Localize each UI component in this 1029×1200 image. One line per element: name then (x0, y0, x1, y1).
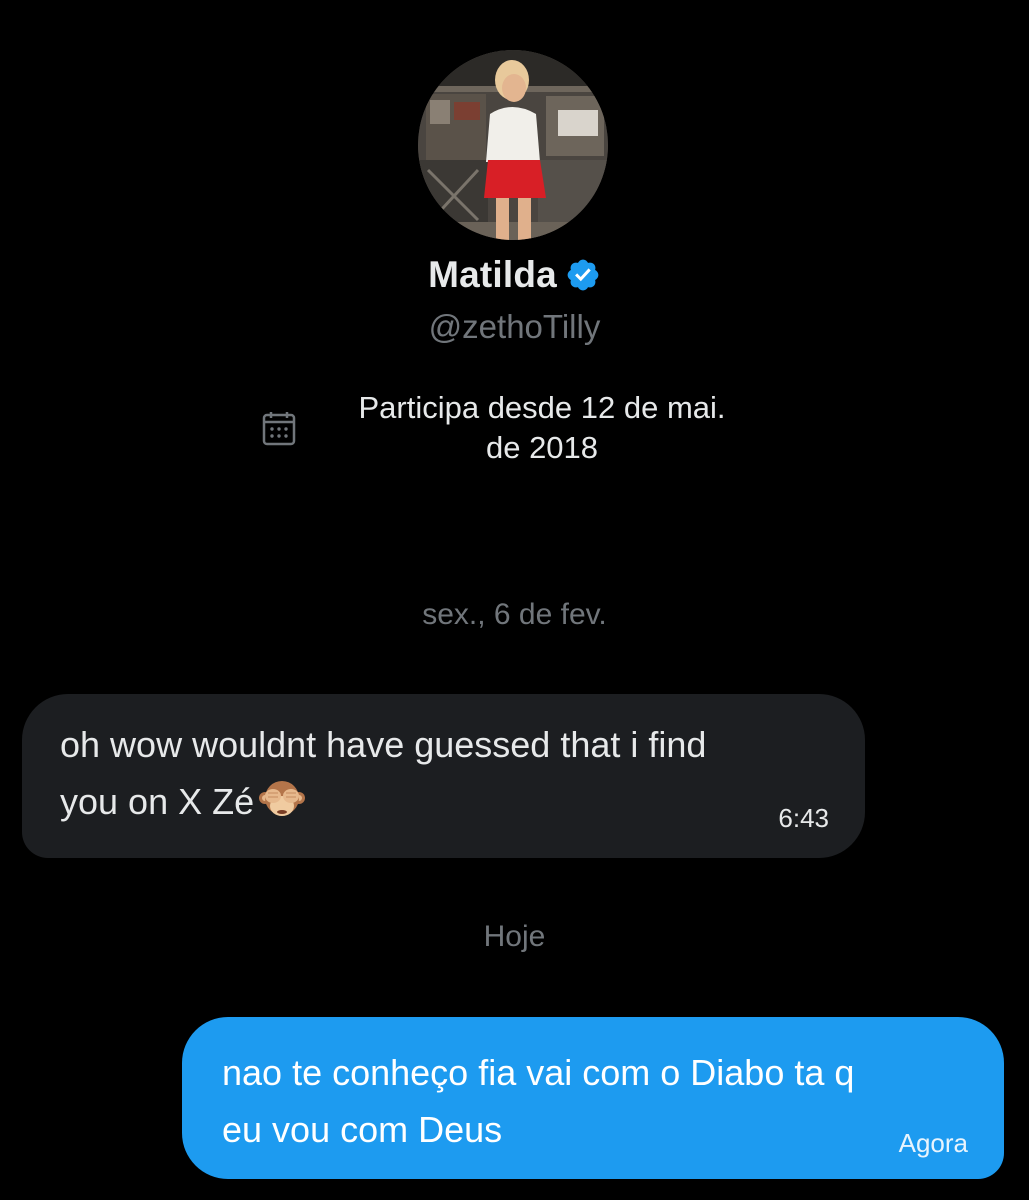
joined-line-1: Participa desde 12 de mai. (358, 390, 726, 425)
joined-text: Participa desde 12 de mai. de 2018 (322, 388, 762, 468)
sent-message-bubble[interactable]: nao te conheço fia vai com o Diabo ta q … (182, 1017, 1004, 1179)
verified-badge-icon (567, 259, 599, 291)
message-line-2: eu vou com Deus (222, 1109, 503, 1150)
see-no-evil-monkey-icon (259, 781, 306, 817)
message-time: Agora (898, 1128, 968, 1158)
message-text: oh wow wouldnt have guessed that i find … (60, 716, 840, 830)
profile-avatar[interactable] (418, 50, 608, 240)
message-line-1: oh wow wouldnt have guessed that i find (60, 724, 707, 765)
message-line-2: you on X Zé (60, 773, 840, 830)
message-line-2-text: you on X Zé (60, 781, 255, 822)
date-separator: Hoje (483, 920, 546, 953)
message-line-1: nao te conheço fia vai com o Diabo ta q (222, 1052, 855, 1093)
profile-handle: @zethoTilly (428, 308, 601, 345)
calendar-icon (262, 412, 296, 446)
profile-name[interactable]: Matilda (428, 254, 557, 296)
profile-name-row: Matilda (0, 250, 1029, 300)
date-separator: sex., 6 de fev. (422, 598, 607, 631)
message-text: nao te conheço fia vai com o Diabo ta q … (222, 1044, 982, 1158)
message-time: 6:43 (778, 803, 829, 833)
profile-photo (418, 50, 608, 240)
received-message-bubble[interactable]: oh wow wouldnt have guessed that i find … (22, 694, 865, 858)
joined-line-2: de 2018 (485, 430, 599, 465)
joined-date: Participa desde 12 de mai. de 2018 (262, 388, 762, 478)
